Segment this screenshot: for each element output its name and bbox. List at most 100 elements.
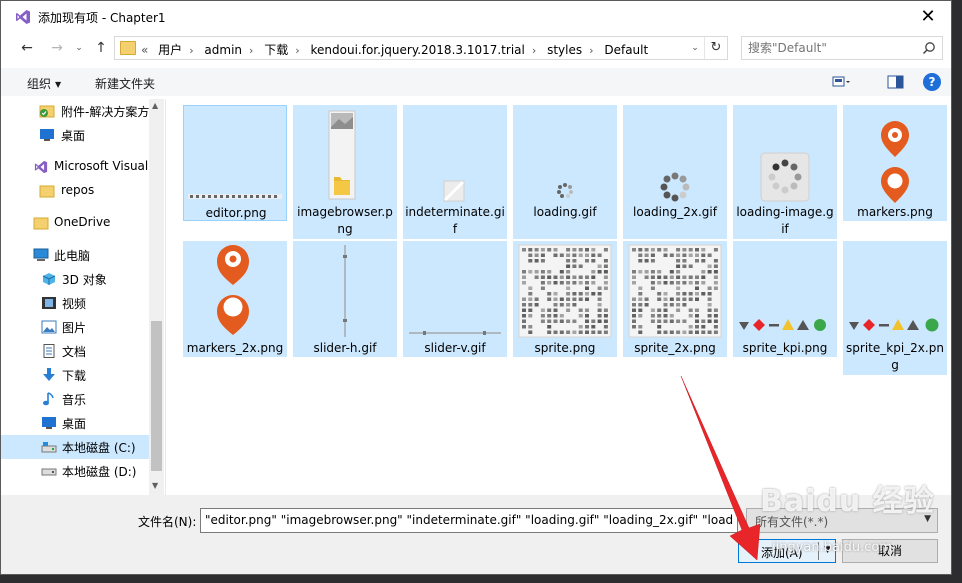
breadcrumb-item[interactable]: 用户 xyxy=(158,43,182,57)
sprite-glyph xyxy=(707,253,712,257)
close-button[interactable]: ✕ xyxy=(905,1,951,32)
sprite-glyph xyxy=(695,308,699,312)
chevron-right-icon[interactable]: › xyxy=(249,44,253,57)
address-bar[interactable]: « 用户 › admin › 下载 › kendoui.for.jquery.2018… xyxy=(114,36,728,60)
breadcrumb-item[interactable]: 下载 xyxy=(264,43,288,57)
sprite-glyph xyxy=(644,275,649,279)
file-tile-indeterminate[interactable]: indeterminate.gif xyxy=(403,105,507,239)
search-box[interactable] xyxy=(741,36,943,60)
sprite-glyph xyxy=(695,325,699,329)
file-tile-imagebrowser[interactable]: imagebrowser.png xyxy=(293,105,397,239)
sprite-glyph xyxy=(572,297,577,301)
sidebar-item-3d-objects[interactable]: 3D 对象 xyxy=(1,267,149,291)
sprite-glyph xyxy=(676,253,681,257)
file-name: loading.gif xyxy=(533,205,597,219)
sprite-glyph xyxy=(528,308,533,312)
sidebar-item-label: 桌面 xyxy=(62,417,87,431)
file-tile-sprite-2x[interactable]: sprite_2x.png xyxy=(623,241,727,357)
file-tile-markers-2x[interactable]: markers_2x.png xyxy=(183,241,287,357)
chevron-right-icon[interactable]: › xyxy=(589,44,593,57)
breadcrumb-item[interactable]: admin xyxy=(204,43,242,57)
sprite-glyph xyxy=(650,259,655,263)
sprite-glyph xyxy=(553,281,558,285)
address-history-dropdown-icon[interactable]: ⌄ xyxy=(687,37,703,59)
file-tile-markers[interactable]: markers.png xyxy=(843,105,947,221)
sidebar-item-attachments[interactable]: 附件-解决方案方 xyxy=(1,99,149,123)
file-tile-loading-2x[interactable]: loading_2x.gif xyxy=(623,105,727,239)
file-tile-sprite[interactable]: sprite.png xyxy=(513,241,617,357)
sidebar-item-videos[interactable]: 视频 xyxy=(1,291,149,315)
scrollbar-thumb[interactable] xyxy=(151,321,162,471)
file-tile-slider-v[interactable]: slider-v.gif xyxy=(403,241,507,357)
chevron-right-icon[interactable]: › xyxy=(295,44,299,57)
recent-locations-chevron-icon[interactable]: ⌄ xyxy=(69,38,89,58)
search-input[interactable] xyxy=(748,39,916,57)
sprite-glyph xyxy=(695,286,699,290)
sidebar-item-pictures[interactable]: 图片 xyxy=(1,315,149,339)
sprite-glyph xyxy=(644,303,649,307)
sidebar-item-desktop-2[interactable]: 桌面 xyxy=(1,411,149,435)
sprite-glyph xyxy=(534,275,539,279)
sprite-glyph xyxy=(578,292,583,296)
scroll-down-icon[interactable]: ▼ xyxy=(152,481,158,490)
window-title: 添加现有项 - Chapter1 xyxy=(38,11,166,25)
file-tile-sprite-kpi-2x[interactable]: sprite_kpi_2x.png xyxy=(843,241,947,375)
breadcrumb-item[interactable]: kendoui.for.jquery.2018.3.1017.trial xyxy=(311,43,525,57)
sidebar-item-downloads[interactable]: 下载 xyxy=(1,363,149,387)
sidebar-item-repos[interactable]: repos xyxy=(1,179,149,203)
file-tile-loading-image[interactable]: loading-image.gif xyxy=(733,105,837,239)
sprite-glyph xyxy=(638,259,643,263)
sprite-glyph xyxy=(713,259,718,263)
refresh-button[interactable]: ↻ xyxy=(704,37,727,59)
file-tile-loading[interactable]: loading.gif xyxy=(513,105,617,239)
sprite-glyph xyxy=(663,281,668,285)
sprite-glyph xyxy=(578,308,583,312)
sprite-glyph xyxy=(701,248,706,252)
sidebar-item-music[interactable]: 音乐 xyxy=(1,387,149,411)
sidebar-item-microsoft-visual[interactable]: Microsoft Visual xyxy=(1,155,149,179)
sprite-glyph xyxy=(669,281,674,285)
back-button[interactable]: ← xyxy=(17,38,37,58)
sprite-glyph xyxy=(676,281,681,285)
chevron-right-icon[interactable]: › xyxy=(532,44,536,57)
preview-pane-icon[interactable] xyxy=(886,73,906,91)
sprite-glyph xyxy=(688,264,693,268)
sidebar-item-desktop[interactable]: 桌面 xyxy=(1,123,149,147)
image-thumbnail-icon xyxy=(343,245,347,337)
organize-menu[interactable]: 组织 ▼ xyxy=(27,75,61,92)
filename-label: 文件名(N): xyxy=(138,515,197,529)
breadcrumb-item[interactable]: Default xyxy=(604,43,648,57)
navigation-scrollbar[interactable]: ▲ ▼ xyxy=(149,99,164,495)
file-tile-slider-h[interactable]: slider-h.gif xyxy=(293,241,397,357)
file-tile-sprite-kpi[interactable]: sprite_kpi.png xyxy=(733,241,837,357)
sprite-glyph xyxy=(632,275,636,279)
video-icon xyxy=(42,297,56,309)
forward-button[interactable]: → xyxy=(47,38,67,58)
file-name: sprite_2x.png xyxy=(634,341,716,355)
view-options-icon[interactable] xyxy=(831,73,851,91)
chevron-right-icon[interactable]: › xyxy=(189,44,193,57)
sidebar-item-documents[interactable]: 文档 xyxy=(1,339,149,363)
sidebar-item-local-disk-c[interactable]: 本地磁盘 (C:) xyxy=(1,435,149,459)
up-button[interactable]: ↑ xyxy=(91,38,111,58)
sprite-glyph xyxy=(540,248,545,252)
sidebar-item-local-disk-d[interactable]: 本地磁盘 (D:) xyxy=(1,459,149,483)
breadcrumb-item[interactable]: styles xyxy=(547,43,582,57)
sidebar-item-this-pc[interactable]: 此电脑 xyxy=(1,243,149,267)
help-icon[interactable]: ? xyxy=(923,73,941,91)
sprite-glyph xyxy=(676,248,681,252)
breadcrumb-overflow[interactable]: « xyxy=(141,43,148,57)
sprite-glyph xyxy=(695,275,699,279)
new-folder-button[interactable]: 新建文件夹 xyxy=(95,75,155,92)
sprite-glyph xyxy=(540,259,545,263)
filename-field[interactable]: "editor.png" "imagebrowser.png" "indeter… xyxy=(200,508,738,533)
file-tile-editor[interactable]: editor.png xyxy=(183,105,287,221)
navigation-bar: ← → ⌄ ↑ « 用户 › admin › 下载 › kendoui.for.jqu… xyxy=(1,34,951,62)
sprite-glyph xyxy=(657,314,662,318)
scroll-up-icon[interactable]: ▲ xyxy=(152,101,158,110)
sprite-glyph xyxy=(657,248,662,252)
sprite-glyph xyxy=(547,308,552,312)
sidebar-item-onedrive[interactable]: OneDrive xyxy=(1,211,149,235)
sprite-glyph xyxy=(707,319,712,323)
sprite-sheet-icon xyxy=(518,244,612,338)
